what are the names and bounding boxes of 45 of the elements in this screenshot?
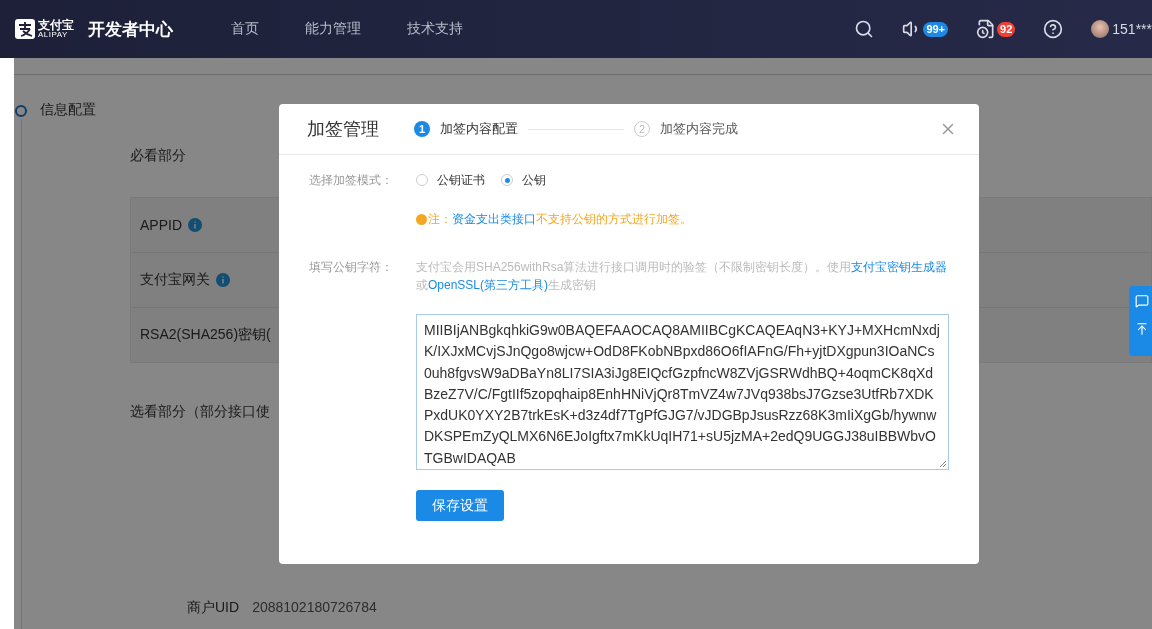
feedback-icon[interactable]: [1135, 294, 1149, 308]
info-icon[interactable]: [188, 218, 202, 232]
field-label: 选择加签模式：: [309, 172, 394, 189]
avatar[interactable]: [1091, 20, 1110, 38]
help-icon[interactable]: [1043, 19, 1064, 39]
row-label: APPID: [140, 217, 182, 233]
hint-link[interactable]: 支付宝密钥生成器: [851, 260, 948, 274]
user-name[interactable]: 151***: [1112, 21, 1152, 37]
note-link[interactable]: 资金支出类接口: [452, 211, 536, 228]
timeline-dot: [15, 105, 27, 117]
nav-link[interactable]: 技术支持: [407, 20, 463, 38]
hint-text: 支付宝会用SHA256withRsa算法进行接口调用时的验签（不限制密钥长度）。使用支付宝密钥生成器 或OpenSSL(第三方工具)生成密钥: [416, 259, 949, 294]
section-title: 信息配置: [40, 101, 96, 119]
hint-link[interactable]: OpenSSL(第三方工具): [428, 278, 549, 292]
note-text: 不支持公钥的方式进行加签。: [536, 211, 692, 228]
dialog-title: 加签管理: [307, 118, 380, 141]
step-label: 加签内容完成: [660, 120, 738, 138]
logo-icon: [15, 19, 35, 39]
info-icon[interactable]: [216, 273, 230, 287]
public-key-field[interactable]: MIIBIjANBgkqhkiG9w0BAQEFAAOCAQ8AMIIBCgKCAQEAqN3+KYJ+MXHcmNxdj K/IXJxMCvjSJnQgo8wjcw+OdD8FKobNBpxd86O6fIAFnG/Fh+yjtDXgpun3IOaNCs 0uh8fgvsW9aDBaYn8LI7SIA3iJg8EIQcfGzpfncW8ZVjGSRWdhBQ+4oqmCK8qXd BzeZ7V/C/FgtIIf5zopqhaip8EnhHNiVjQr8TmVZ4w7JVq938bsJ7Gzse3UtfRb7XDK PxdUK0YXY2B7trkEsK+d3z4df7TgPfGJG7/vJDGBpJsusRzz68K3mIiXgGb/hywnw DKSPEmZyQLMX6N6EJoIgftx7mKkUqIH71+sU5jzMA+2edQ9UGGJ38uIBBWbvO TGBwIDAQAB: [416, 314, 949, 470]
note-text: 注：: [428, 211, 452, 228]
save-button[interactable]: 保存设置: [416, 490, 504, 521]
search-icon[interactable]: [854, 19, 875, 39]
uid-value: 2088102180726784: [252, 599, 377, 617]
logo-subtitle: ALIPAY: [38, 31, 69, 39]
count-badge: 92: [997, 21, 1016, 37]
radio-option[interactable]: 公钥证书: [416, 171, 485, 189]
nav-link[interactable]: 首页: [231, 20, 259, 38]
subsection-title: 必看部分: [130, 147, 186, 165]
radio-option[interactable]: 公钥: [501, 171, 546, 189]
back-to-top-icon[interactable]: [1135, 322, 1149, 336]
logo-name: 支付宝: [38, 19, 74, 31]
step-label: 加签内容配置: [440, 120, 518, 138]
subsection-title: 选看部分（部分接口使: [130, 403, 270, 421]
resize-grip-icon[interactable]: [939, 460, 947, 468]
uid-label: 商户UID: [187, 599, 240, 617]
step-number: 1: [414, 121, 430, 137]
warning-icon: [416, 214, 427, 225]
nav-link[interactable]: 能力管理: [305, 20, 361, 38]
count-badge: 99+: [923, 21, 949, 37]
row-label: 支付宝网关: [140, 271, 210, 289]
row-label: RSA2(SHA256)密钥(: [140, 326, 271, 344]
field-label: 填写公钥字符：: [309, 259, 394, 276]
site-title: 开发者中心: [88, 18, 173, 41]
document-clock-icon[interactable]: [976, 19, 997, 39]
